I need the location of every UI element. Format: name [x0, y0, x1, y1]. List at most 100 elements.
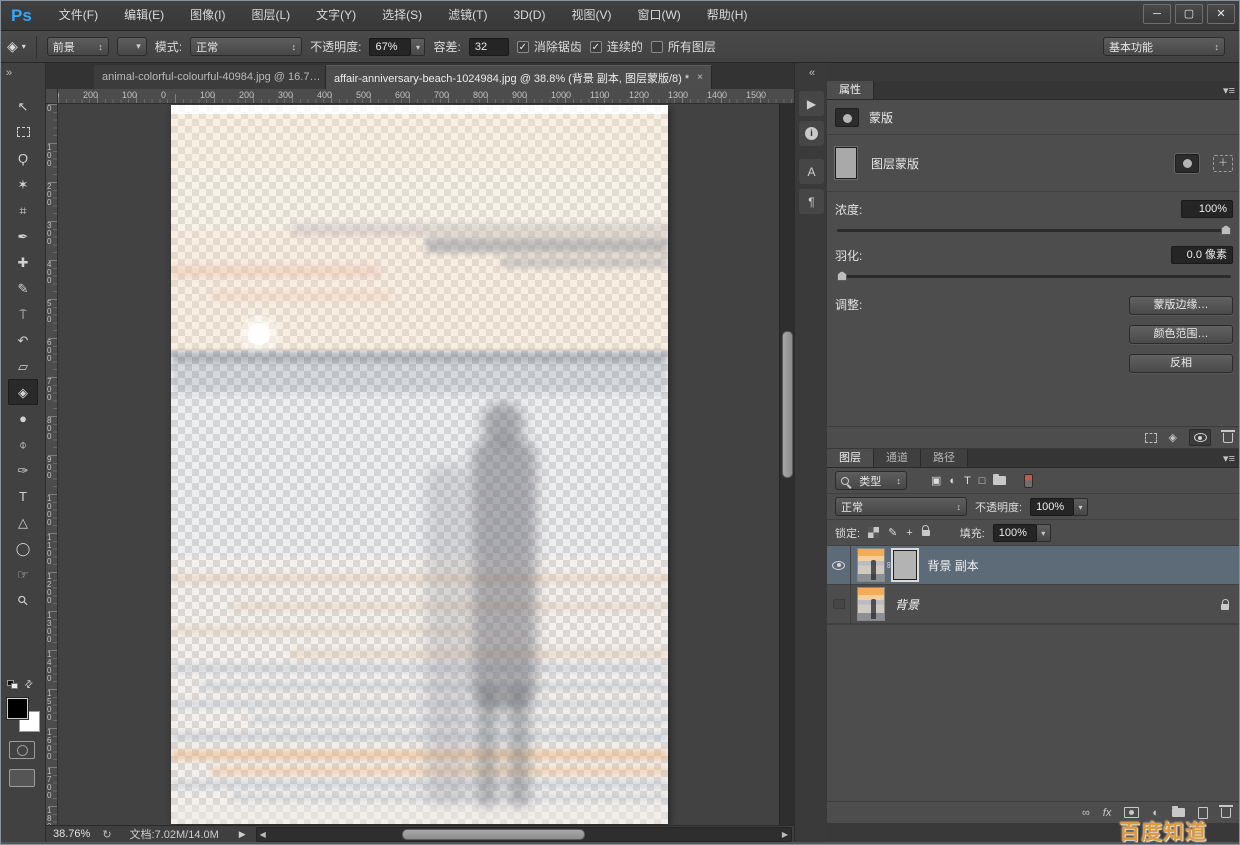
- canvas-viewport[interactable]: [58, 104, 779, 825]
- layer-style-icon[interactable]: fx: [1103, 807, 1112, 819]
- workspace-select[interactable]: 基本功能 ↕: [1103, 37, 1225, 56]
- delete-layer-icon[interactable]: [1221, 808, 1231, 818]
- layer-mask-thumbnail[interactable]: [835, 147, 857, 179]
- default-colors-icon[interactable]: [7, 680, 19, 690]
- layer-name[interactable]: 背景 副本: [927, 557, 1240, 574]
- panel-menu-icon[interactable]: ▾≡: [1223, 84, 1235, 97]
- add-vector-mask-icon[interactable]: ＋: [1213, 155, 1233, 172]
- menu-view[interactable]: 视图(V): [558, 1, 624, 30]
- character-panel-button[interactable]: A: [799, 159, 824, 184]
- lasso-tool[interactable]: Ϙ: [8, 145, 38, 171]
- panel-menu-icon[interactable]: ▾≡: [1223, 452, 1235, 465]
- clone-stamp-tool[interactable]: ⍑: [8, 301, 38, 327]
- quick-mask-button[interactable]: [9, 741, 35, 759]
- paragraph-panel-button[interactable]: ¶: [799, 189, 824, 214]
- filter-type-icon[interactable]: T: [964, 475, 971, 487]
- blend-mode-select[interactable]: 正常 ↕: [835, 497, 967, 516]
- eraser-tool[interactable]: ▱: [8, 353, 38, 379]
- feather-slider-handle[interactable]: [837, 271, 847, 281]
- fill-source-select[interactable]: 前景 ↕: [47, 37, 109, 56]
- fill-dropdown[interactable]: ▾: [1037, 524, 1051, 542]
- filter-pixel-icon[interactable]: ▣: [931, 474, 941, 487]
- path-selection-tool[interactable]: △: [8, 509, 38, 535]
- feather-slider[interactable]: [837, 275, 1231, 278]
- marquee-tool[interactable]: [8, 119, 38, 145]
- foreground-color-swatch[interactable]: [7, 698, 28, 719]
- filter-group-icon[interactable]: [993, 476, 1006, 485]
- vertical-scrollbar[interactable]: [779, 104, 794, 825]
- opacity-dropdown-button[interactable]: ▾: [411, 38, 425, 56]
- filter-adjustment-icon[interactable]: ◐: [949, 475, 956, 487]
- document-tab-active[interactable]: affair-anniversary-beach-1024984.jpg @ 3…: [326, 65, 712, 89]
- menu-edit[interactable]: 编辑(E): [111, 1, 177, 30]
- menu-window[interactable]: 窗口(W): [624, 1, 693, 30]
- checkbox-icon[interactable]: ✓: [517, 41, 529, 53]
- scroll-left-arrow[interactable]: ◀: [257, 828, 269, 841]
- info-panel-button[interactable]: i: [799, 121, 824, 146]
- menu-help[interactable]: 帮助(H): [694, 1, 761, 30]
- close-button[interactable]: ✕: [1207, 4, 1235, 24]
- delete-mask-icon[interactable]: [1223, 433, 1233, 443]
- hand-tool[interactable]: ☞: [8, 561, 38, 587]
- vertical-scrollbar-thumb[interactable]: [782, 331, 793, 478]
- document-tab-inactive[interactable]: animal-colorful-colourful-40984.jpg @ 16…: [94, 65, 326, 89]
- antialias-checkbox-row[interactable]: ✓ 消除锯齿: [517, 38, 582, 55]
- actions-panel-button[interactable]: ▶: [799, 91, 824, 116]
- tolerance-input[interactable]: 32: [469, 38, 509, 56]
- load-selection-from-mask-icon[interactable]: [1145, 433, 1157, 443]
- swap-colors-icon[interactable]: ⇄: [22, 678, 36, 692]
- tab-properties[interactable]: 属性: [827, 81, 874, 99]
- toolbar-collapse-icon[interactable]: »: [6, 67, 12, 79]
- visibility-well[interactable]: [827, 585, 851, 623]
- density-slider-handle[interactable]: [1221, 225, 1231, 235]
- horizontal-scrollbar-thumb[interactable]: [402, 829, 585, 840]
- filter-toggle-icon[interactable]: [1024, 474, 1033, 488]
- blur-tool[interactable]: ●: [8, 405, 38, 431]
- lock-all-icon[interactable]: [922, 530, 930, 536]
- filter-shape-icon[interactable]: □: [979, 475, 986, 487]
- screen-mode-button[interactable]: [9, 769, 35, 787]
- zoom-level-field[interactable]: 38.76%: [49, 828, 94, 840]
- feather-input[interactable]: 0.0 像素: [1171, 246, 1233, 264]
- menu-select[interactable]: 选择(S): [369, 1, 435, 30]
- menu-layer[interactable]: 图层(L): [238, 1, 303, 30]
- horizontal-scrollbar[interactable]: ◀ ▶: [256, 827, 792, 842]
- contiguous-checkbox-row[interactable]: ✓ 连续的: [590, 38, 643, 55]
- layer-opacity-dropdown[interactable]: ▾: [1074, 498, 1088, 516]
- menu-3d[interactable]: 3D(D): [500, 1, 558, 30]
- minimize-button[interactable]: ─: [1143, 4, 1171, 24]
- tab-channels[interactable]: 通道: [874, 449, 921, 467]
- crop-tool[interactable]: ⌗: [8, 197, 38, 223]
- mode-select[interactable]: 正常 ↕: [190, 37, 302, 56]
- visibility-well[interactable]: [827, 546, 851, 584]
- fill-input[interactable]: 100%: [993, 524, 1037, 542]
- menu-file[interactable]: 文件(F): [46, 1, 111, 30]
- checkbox-icon[interactable]: ✓: [590, 41, 602, 53]
- maximize-button[interactable]: ▢: [1175, 4, 1203, 24]
- menu-type[interactable]: 文字(Y): [303, 1, 369, 30]
- density-slider[interactable]: [837, 229, 1231, 232]
- tab-paths[interactable]: 路径: [921, 449, 968, 467]
- magic-wand-tool[interactable]: ✶: [8, 171, 38, 197]
- brush-tool[interactable]: ✎: [8, 275, 38, 301]
- layer-thumbnail[interactable]: [857, 548, 885, 582]
- layer-name[interactable]: 背景: [895, 596, 1221, 613]
- menu-filter[interactable]: 滤镜(T): [435, 1, 500, 30]
- shape-tool[interactable]: ◯: [8, 535, 38, 561]
- all-layers-checkbox-row[interactable]: 所有图层: [651, 38, 716, 55]
- type-tool[interactable]: T: [8, 483, 38, 509]
- invert-button[interactable]: 反相: [1129, 354, 1233, 373]
- dodge-tool[interactable]: ⌽: [8, 431, 38, 457]
- apply-mask-icon[interactable]: ◈: [1169, 431, 1177, 444]
- status-flyout-arrow[interactable]: ▶: [239, 829, 246, 840]
- layer-row-background-copy[interactable]: ∞ 背景 副本: [827, 546, 1240, 585]
- mask-edge-button[interactable]: 蒙版边缘…: [1129, 296, 1233, 315]
- layer-row-background[interactable]: 背景: [827, 585, 1240, 624]
- zoom-tool[interactable]: ⚲: [8, 587, 38, 613]
- document-canvas[interactable]: [171, 105, 668, 824]
- color-range-button[interactable]: 颜色范围…: [1129, 325, 1233, 344]
- lock-pixels-icon[interactable]: ✎: [888, 526, 897, 539]
- tab-close-icon[interactable]: ×: [697, 72, 703, 83]
- link-layers-icon[interactable]: ∞: [1082, 807, 1090, 819]
- opacity-input[interactable]: 67%: [369, 38, 411, 56]
